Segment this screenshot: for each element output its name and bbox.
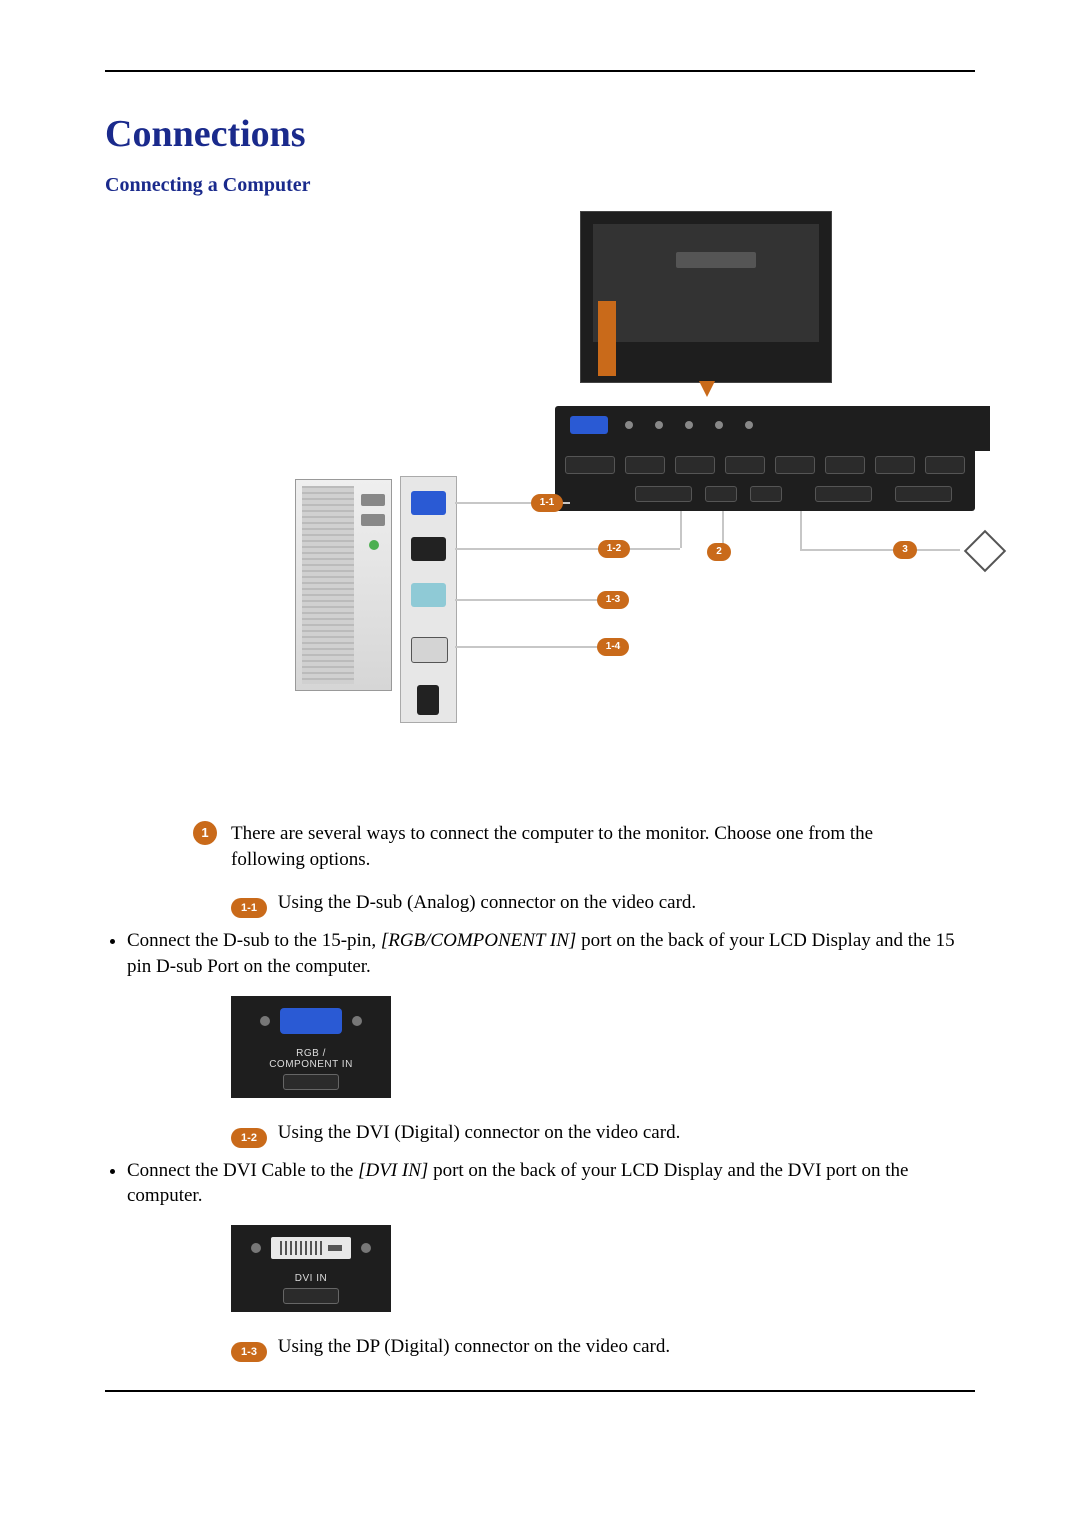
- sub-step-badge: 1-1: [231, 898, 267, 918]
- usb-port-icon: [417, 685, 439, 715]
- top-rule: [105, 70, 975, 72]
- intro-text: There are several ways to connect the co…: [231, 821, 881, 872]
- cable-line: [800, 549, 960, 551]
- port-button-icon: [283, 1074, 339, 1090]
- tower-grille: [302, 486, 354, 684]
- cable-badge: 1-2: [598, 540, 630, 558]
- port-label: DVI IN: [241, 1273, 381, 1284]
- bullet-item: Connect the D-sub to the 15-pin, [RGB/CO…: [127, 928, 975, 979]
- hdmi-port-icon: [411, 537, 446, 561]
- speaker-icon: [964, 530, 1006, 572]
- cable-line: [680, 511, 682, 548]
- step-line: Using the DVI (Digital) connector on the…: [278, 1122, 681, 1143]
- dp-port-icon: [411, 637, 448, 663]
- optical-drive-icon: [361, 514, 385, 526]
- step-line: Using the DP (Digital) connector on the …: [278, 1336, 670, 1357]
- screw-hole-icon: [251, 1243, 261, 1253]
- cable-line: [455, 646, 605, 648]
- page-title: Connections: [105, 112, 975, 156]
- step-line: Using the D-sub (Analog) connector on th…: [278, 892, 696, 913]
- port-thumbnail-dvi: DVI IN: [231, 1225, 391, 1312]
- monitor-side-module: [945, 406, 990, 451]
- power-led-icon: [369, 540, 379, 550]
- cable-badge: 2: [707, 543, 731, 561]
- monitor-rear-panel: [555, 406, 975, 511]
- vga-port-icon: [411, 491, 446, 515]
- rear-slot: [895, 486, 952, 502]
- cable-line: [800, 511, 802, 549]
- cable-badge: 3: [893, 541, 917, 559]
- computer-tower: [295, 479, 392, 691]
- screw-hole-icon: [352, 1016, 362, 1026]
- rear-slot: [675, 456, 715, 474]
- step-number-badge: 1: [193, 821, 217, 845]
- step-bullets: Connect the D-sub to the 15-pin, [RGB/CO…: [105, 928, 975, 979]
- connection-diagram: 1-1 1-2 2 1-3 1-4 3: [295, 211, 975, 681]
- rear-slot: [635, 486, 692, 502]
- rear-slot: [705, 486, 737, 502]
- optical-drive-icon: [361, 494, 385, 506]
- section-heading: Connecting a Computer: [105, 174, 975, 197]
- rear-slot: [625, 456, 665, 474]
- page: Connections Connecting a Computer: [0, 0, 1080, 1527]
- down-arrow-icon: [699, 381, 715, 397]
- cable-badge: 1-1: [531, 494, 563, 512]
- screw-hole-icon: [260, 1016, 270, 1026]
- port-button-icon: [283, 1288, 339, 1304]
- sub-step-badge: 1-2: [231, 1128, 267, 1148]
- monitor-screen: [593, 224, 819, 342]
- monitor-brand-strip: [676, 252, 756, 268]
- cable-badge: 1-4: [597, 638, 629, 656]
- audio-jack-row: [625, 421, 753, 429]
- port-label: RGB / COMPONENT IN: [241, 1048, 381, 1070]
- cable-badge: 1-3: [597, 591, 629, 609]
- body-text: 1 There are several ways to connect the …: [105, 821, 975, 1362]
- rgb-port-icon: [570, 416, 608, 434]
- sub-step-badge: 1-3: [231, 1342, 267, 1362]
- rear-slot: [565, 456, 615, 474]
- rear-slot: [725, 456, 765, 474]
- rear-slot: [815, 486, 872, 502]
- port-thumbnail-rgb: RGB / COMPONENT IN: [231, 996, 391, 1098]
- cable-line: [455, 599, 605, 601]
- computer-port-column: [400, 476, 457, 723]
- rear-slot: [775, 456, 815, 474]
- screw-hole-icon: [361, 1243, 371, 1253]
- dvi-port-icon: [271, 1237, 351, 1259]
- rgb-port-icon: [280, 1008, 342, 1034]
- monitor-front: [580, 211, 832, 383]
- bullet-item: Connect the DVI Cable to the [DVI IN] po…: [127, 1158, 975, 1209]
- rear-slot: [750, 486, 782, 502]
- rear-slot: [825, 456, 865, 474]
- step-bullets: Connect the DVI Cable to the [DVI IN] po…: [105, 1158, 975, 1209]
- rear-slot: [875, 456, 915, 474]
- monitor-side-panel: [598, 301, 616, 376]
- dvi-port-icon: [411, 583, 446, 607]
- rear-slot: [925, 456, 965, 474]
- cable-line: [455, 548, 680, 550]
